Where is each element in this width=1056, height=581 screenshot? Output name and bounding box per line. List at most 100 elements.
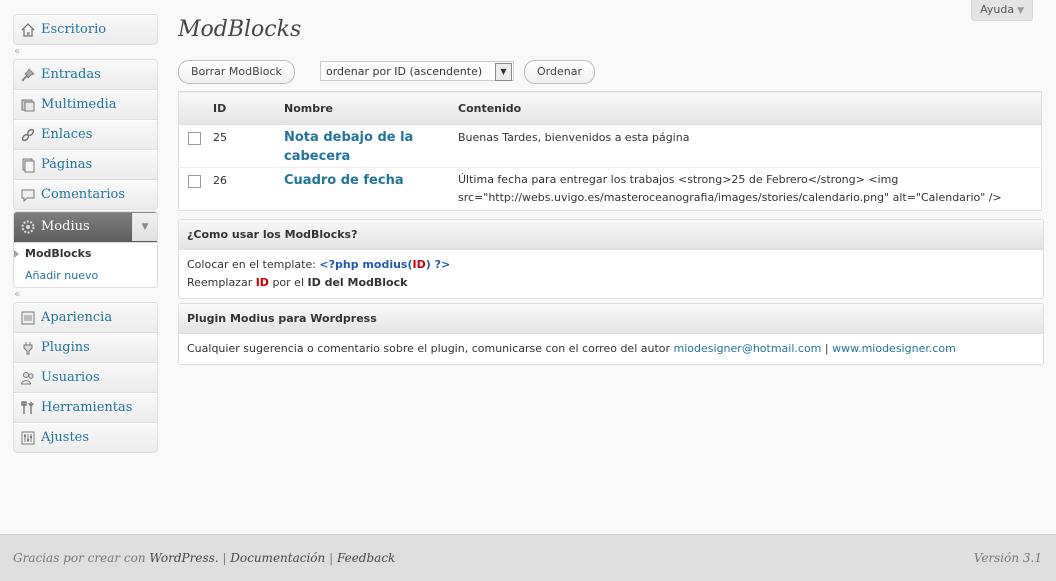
- row-checkbox[interactable]: [188, 175, 201, 188]
- row-checkbox-cell: [179, 168, 213, 211]
- table-row: 26 Cuadro de fecha Última fecha para ent…: [179, 168, 1042, 211]
- menu-item-pages[interactable]: Páginas: [14, 150, 157, 180]
- plug-icon: [23, 342, 33, 355]
- settings-icon: [21, 431, 35, 445]
- row-content-line: Última fecha para entregar los trabajos …: [458, 173, 899, 186]
- menu-item-appearance[interactable]: Apariencia: [14, 303, 157, 333]
- menu-item-settings[interactable]: Ajustes: [14, 423, 157, 452]
- row-name-link[interactable]: Cuadro de fecha: [284, 171, 456, 190]
- code-open: <?php modius(: [319, 258, 413, 271]
- menu-item-media[interactable]: Multimedia: [14, 90, 157, 120]
- howto-text: por el: [268, 276, 308, 289]
- menu-item-comments[interactable]: Comentarios: [14, 180, 157, 209]
- website-link[interactable]: www.miodesigner.com: [832, 342, 956, 355]
- menu-label: Entradas: [41, 67, 101, 82]
- modblocks-table: ID Nombre Contenido 25 Nota debajo de la…: [178, 91, 1042, 211]
- chevron-down-icon: ▼: [1017, 6, 1024, 16]
- menu-label: Herramientas: [41, 400, 133, 415]
- footer-sep: |: [325, 551, 337, 565]
- row-id: 25: [212, 124, 283, 168]
- howto-line-1: Colocar en el template: <?php modius(ID)…: [187, 256, 1035, 274]
- menu-label: Enlaces: [41, 127, 93, 142]
- submenu-item-add-new[interactable]: Añadir nuevo: [14, 265, 157, 287]
- help-label: Ayuda: [980, 3, 1015, 16]
- row-checkbox-cell: [178, 124, 212, 168]
- menu-item-users[interactable]: Usuarios: [14, 363, 157, 393]
- footer-credits: Gracias por crear con WordPress. | Docum…: [13, 551, 395, 565]
- chevron-down-icon[interactable]: ▼: [495, 63, 512, 81]
- email-link[interactable]: miodesigner@hotmail.com: [674, 342, 822, 355]
- row-checkbox[interactable]: [188, 132, 201, 145]
- pushpin-icon: [21, 68, 35, 82]
- footer: Gracias por crear con WordPress. | Docum…: [0, 534, 1056, 581]
- menu-item-posts[interactable]: Entradas: [14, 60, 157, 90]
- table-header-row: ID Nombre Contenido: [178, 91, 1042, 125]
- link-separator: |: [821, 342, 833, 355]
- menu-label: Escritorio: [41, 22, 107, 37]
- media-icon: [21, 99, 35, 112]
- row-name-cell: Cuadro de fecha: [283, 168, 457, 211]
- row-id: 26: [213, 174, 227, 187]
- select-all-column: [178, 91, 212, 125]
- howto-bold: ID del ModBlock: [307, 276, 408, 289]
- table-row: 25 Nota debajo de la cabecera Buenas Tar…: [178, 124, 1042, 168]
- howto-text: Reemplazar: [187, 276, 256, 289]
- howto-text: Colocar en el template:: [187, 258, 320, 271]
- footer-thanks: Gracias por crear con: [13, 551, 150, 565]
- menu-item-dashboard[interactable]: Escritorio: [14, 15, 157, 44]
- house-icon: [21, 23, 35, 37]
- menu-group-dashboard: Escritorio: [13, 14, 158, 45]
- page-title: ModBlocks: [178, 17, 302, 42]
- gear-icon: [21, 220, 35, 234]
- menu-label: Usuarios: [41, 370, 100, 385]
- code-id: ID: [412, 258, 426, 271]
- link-icon: [21, 128, 35, 142]
- comment-icon: [21, 189, 35, 203]
- admin-menu: Escritorio « Entradas Multimedia Enlaces…: [13, 14, 158, 453]
- menu-group-settings: Apariencia Plugins Usuarios Herramientas…: [13, 302, 158, 453]
- version-text: Versión 3.1: [973, 551, 1042, 565]
- feedback-link[interactable]: Feedback: [337, 551, 395, 565]
- howto-title: ¿Como usar los ModBlocks?: [179, 220, 1043, 250]
- howto-id: ID: [255, 276, 269, 289]
- row-name-line: cabecera: [284, 149, 351, 164]
- menu-label: Multimedia: [41, 97, 117, 112]
- code-close: ) ?>: [425, 258, 451, 271]
- menu-separator[interactable]: «: [13, 288, 158, 302]
- documentation-link[interactable]: Documentación: [230, 551, 325, 565]
- menu-group-modius: Modius ▼ ModBlocks Añadir nuevo: [13, 211, 158, 288]
- column-header-id[interactable]: ID: [212, 91, 283, 125]
- menu-label: Plugins: [41, 340, 90, 355]
- column-header-content[interactable]: Contenido: [457, 91, 1042, 125]
- row-name-link[interactable]: Nota debajo de la cabecera: [284, 128, 456, 166]
- order-button[interactable]: Ordenar: [524, 60, 595, 84]
- howto-line-2: Reemplazar ID por el ID del ModBlock: [187, 274, 1035, 292]
- menu-group-content: Entradas Multimedia Enlaces Páginas Come…: [13, 59, 158, 210]
- howto-box: ¿Como usar los ModBlocks? Colocar en el …: [178, 219, 1044, 299]
- appearance-icon: [21, 311, 35, 325]
- menu-separator[interactable]: «: [13, 45, 158, 59]
- menu-item-links[interactable]: Enlaces: [14, 120, 157, 150]
- row-content-line: src="http://webs.uvigo.es/masteroceanogr…: [458, 191, 1002, 204]
- menu-item-tools[interactable]: Herramientas: [14, 393, 157, 423]
- plugin-body: Cualquier sugerencia o comentario sobre …: [179, 334, 1043, 364]
- menu-label: Comentarios: [41, 187, 126, 202]
- row-name-line: Nota debajo de la: [284, 130, 414, 145]
- row-name-cell: Nota debajo de la cabecera: [283, 124, 457, 168]
- menu-label: Ajustes: [41, 430, 90, 445]
- order-select[interactable]: ordenar por ID (ascendente) ▼: [320, 61, 514, 81]
- wordpress-link[interactable]: WordPress.: [149, 551, 218, 565]
- order-select-value: ordenar por ID (ascendente): [326, 65, 483, 78]
- collapse-icon: «: [14, 46, 21, 57]
- delete-modblock-button[interactable]: Borrar ModBlock: [178, 60, 295, 84]
- submenu-item-modblocks[interactable]: ModBlocks: [14, 243, 157, 265]
- plugin-box: Plugin Modius para Wordpress Cualquier s…: [178, 303, 1044, 365]
- menu-item-modius[interactable]: Modius ▼: [14, 212, 157, 242]
- chevron-down-icon[interactable]: ▼: [132, 213, 157, 241]
- plugin-title: Plugin Modius para Wordpress: [179, 304, 1043, 334]
- howto-body: Colocar en el template: <?php modius(ID)…: [179, 250, 1043, 298]
- help-tab[interactable]: Ayuda ▼: [971, 0, 1033, 21]
- column-header-name[interactable]: Nombre: [283, 91, 457, 125]
- plugin-text: Cualquier sugerencia o comentario sobre …: [187, 342, 674, 355]
- menu-item-plugins[interactable]: Plugins: [14, 333, 157, 363]
